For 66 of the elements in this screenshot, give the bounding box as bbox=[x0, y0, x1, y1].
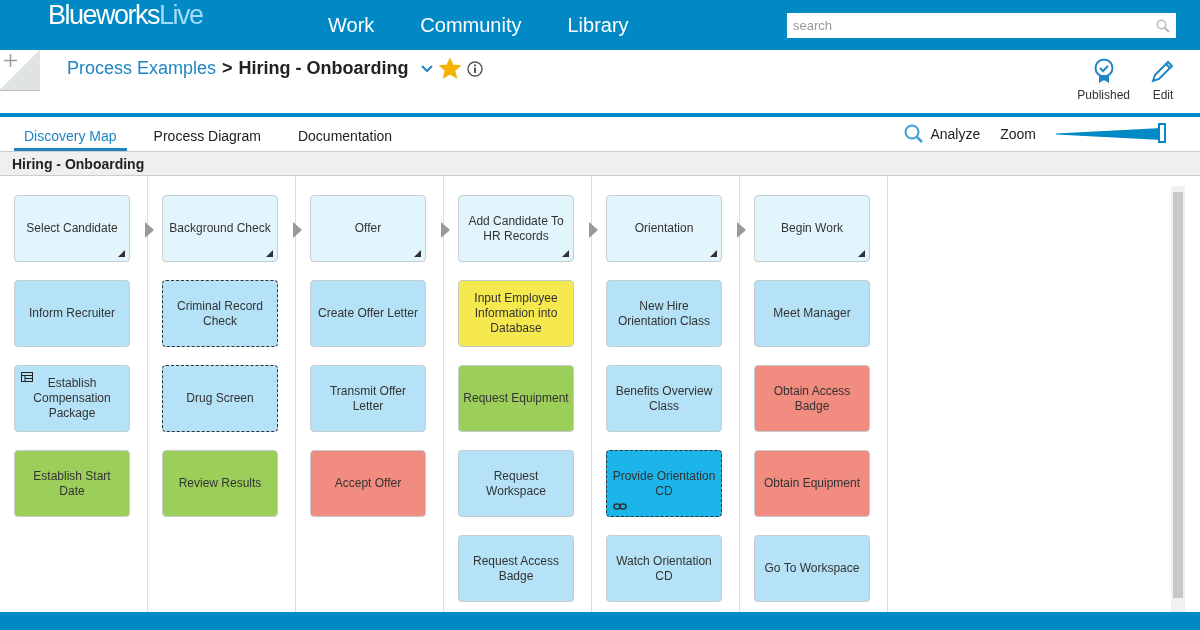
nav-link[interactable]: Community bbox=[420, 13, 522, 37]
tab[interactable]: Process Diagram bbox=[143, 117, 271, 151]
activity-card[interactable]: Provide Orientation CD bbox=[606, 450, 722, 517]
edit-button[interactable]: Edit bbox=[1150, 58, 1176, 102]
activity-card[interactable]: Create Offer Letter bbox=[310, 280, 426, 347]
slider-thumb[interactable] bbox=[1158, 123, 1166, 143]
search-icon[interactable] bbox=[1156, 18, 1170, 33]
ribbon-badge-icon bbox=[1092, 58, 1115, 84]
activity-card[interactable]: Input Employee Information into Database bbox=[458, 280, 574, 347]
activity-card[interactable]: Go To Workspace bbox=[754, 535, 870, 602]
activity-card[interactable]: Watch Orientation CD bbox=[606, 535, 722, 602]
corner-triangle-icon bbox=[710, 250, 717, 257]
milestone-card[interactable]: Background Check bbox=[162, 195, 278, 262]
milestone-card[interactable]: Orientation bbox=[606, 195, 722, 262]
activity-card[interactable]: Review Results bbox=[162, 450, 278, 517]
info-icon[interactable] bbox=[466, 60, 483, 77]
milestone-card[interactable]: Add Candidate To HR Records bbox=[458, 195, 574, 262]
activity-card[interactable]: Benefits Overview Class bbox=[606, 365, 722, 432]
corner-triangle-icon bbox=[266, 250, 273, 257]
chevron-down-icon[interactable] bbox=[420, 64, 433, 73]
activity-card[interactable]: Criminal Record Check bbox=[162, 280, 278, 347]
breadcrumb-separator: > bbox=[222, 58, 233, 79]
arrow-icon bbox=[589, 222, 598, 238]
activity-card[interactable]: Obtain Equipment bbox=[754, 450, 870, 517]
arrow-icon bbox=[293, 222, 302, 238]
table-icon bbox=[21, 372, 33, 382]
map-title: Hiring - Onboarding bbox=[0, 151, 1200, 176]
corner-triangle-icon bbox=[562, 250, 569, 257]
activity-card[interactable]: Establish Compensation Package bbox=[14, 365, 130, 432]
activity-card[interactable]: New Hire Orientation Class bbox=[606, 280, 722, 347]
milestone-card[interactable]: Select Candidate bbox=[14, 195, 130, 262]
activity-card[interactable]: Obtain Access Badge bbox=[754, 365, 870, 432]
analyze-label[interactable]: Analyze bbox=[930, 126, 981, 142]
activity-card[interactable]: Accept Offer bbox=[310, 450, 426, 517]
process-title: Hiring - Onboarding bbox=[238, 58, 409, 79]
search-field[interactable]: search bbox=[787, 12, 1176, 38]
published-button[interactable]: Published bbox=[1077, 58, 1130, 102]
activity-card[interactable]: Transmit Offer Letter bbox=[310, 365, 426, 432]
arrow-icon bbox=[441, 222, 450, 238]
tab[interactable]: Documentation bbox=[287, 117, 403, 151]
arrow-icon bbox=[145, 222, 154, 238]
activity-card[interactable]: Meet Manager bbox=[754, 280, 870, 347]
logo[interactable]: BlueworksLive bbox=[48, 0, 328, 31]
activity-card[interactable]: Request Access Badge bbox=[458, 535, 574, 602]
zoom-label: Zoom bbox=[1000, 126, 1036, 142]
add-corner-button[interactable] bbox=[0, 50, 40, 91]
nav-link[interactable]: Work bbox=[328, 13, 375, 37]
activity-card[interactable]: Request Workspace bbox=[458, 450, 574, 517]
link-icon bbox=[613, 503, 627, 510]
corner-triangle-icon bbox=[118, 250, 125, 257]
nav-link[interactable]: Library bbox=[567, 13, 629, 37]
corner-triangle-icon bbox=[414, 250, 421, 257]
corner-triangle-icon bbox=[858, 250, 865, 257]
activity-card[interactable]: Request Equipment bbox=[458, 365, 574, 432]
milestone-card[interactable]: Offer bbox=[310, 195, 426, 262]
activity-card[interactable]: Drug Screen bbox=[162, 365, 278, 432]
plus-icon bbox=[4, 54, 17, 67]
pencil-icon bbox=[1150, 58, 1176, 84]
arrow-icon bbox=[737, 222, 746, 238]
scrollbar[interactable] bbox=[1171, 186, 1185, 612]
activity-card[interactable]: Inform Recruiter bbox=[14, 280, 130, 347]
milestone-card[interactable]: Begin Work bbox=[754, 195, 870, 262]
breadcrumb-link[interactable]: Process Examples bbox=[67, 58, 217, 79]
search-icon[interactable] bbox=[904, 124, 925, 144]
star-icon[interactable] bbox=[438, 58, 461, 79]
activity-card[interactable]: Establish Start Date bbox=[14, 450, 130, 517]
